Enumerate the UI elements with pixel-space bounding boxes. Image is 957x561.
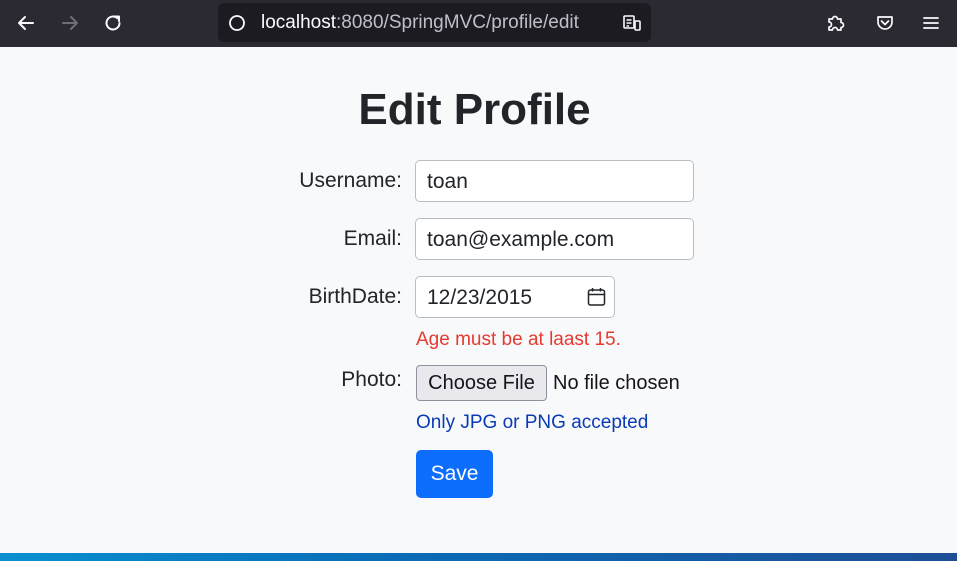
url-text[interactable]: localhost:8080/SpringMVC/profile/edit bbox=[261, 12, 579, 34]
calendar-icon[interactable] bbox=[587, 287, 606, 307]
save-button[interactable]: Save bbox=[416, 450, 493, 498]
page-title: Edit Profile bbox=[358, 85, 591, 134]
back-button[interactable] bbox=[11, 8, 41, 38]
email-value: toan@example.com bbox=[427, 228, 615, 251]
email-label: Email: bbox=[343, 227, 402, 250]
reload-icon bbox=[105, 15, 121, 31]
choose-file-button[interactable]: Choose File bbox=[416, 365, 547, 401]
birthdate-error: Age must be at laast 15. bbox=[416, 329, 621, 350]
puzzle-icon bbox=[828, 15, 845, 31]
file-status: No file chosen bbox=[553, 372, 680, 394]
reload-button[interactable] bbox=[98, 8, 128, 38]
birthdate-input[interactable]: 12/23/2015 bbox=[415, 276, 615, 318]
forward-button[interactable] bbox=[55, 8, 85, 38]
email-input[interactable]: toan@example.com bbox=[415, 218, 694, 260]
page-content: Edit Profile Username: toan Email: toan@… bbox=[0, 47, 957, 553]
arrow-left-icon bbox=[18, 16, 34, 30]
taskbar-strip bbox=[0, 553, 957, 561]
photo-hint: Only JPG or PNG accepted bbox=[416, 412, 649, 433]
username-label: Username: bbox=[299, 169, 402, 192]
username-value: toan bbox=[427, 170, 468, 193]
birthdate-label: BirthDate: bbox=[308, 285, 402, 308]
reader-view-icon[interactable] bbox=[622, 13, 642, 33]
url-path: :8080/SpringMVC/profile/edit bbox=[336, 12, 579, 33]
username-input[interactable]: toan bbox=[415, 160, 694, 202]
site-info-icon[interactable] bbox=[228, 14, 246, 32]
pocket-button[interactable] bbox=[870, 8, 900, 38]
birthdate-value: 12/23/2015 bbox=[427, 286, 533, 309]
browser-toolbar: localhost:8080/SpringMVC/profile/edit bbox=[0, 0, 957, 47]
pocket-icon bbox=[877, 16, 893, 30]
arrow-right-icon bbox=[62, 16, 78, 30]
hamburger-menu-icon bbox=[923, 17, 939, 29]
menu-button[interactable] bbox=[916, 8, 946, 38]
photo-label: Photo: bbox=[341, 368, 402, 391]
address-bar[interactable]: localhost:8080/SpringMVC/profile/edit bbox=[218, 3, 651, 42]
extensions-button[interactable] bbox=[820, 8, 850, 38]
url-host: localhost bbox=[261, 12, 336, 33]
